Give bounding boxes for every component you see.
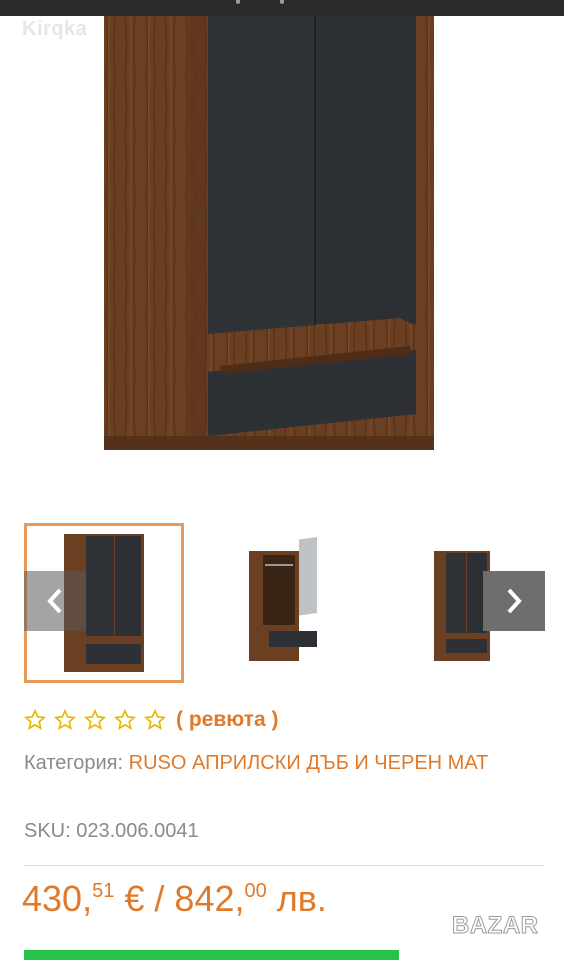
product-price: 430,51 € / 842,00 лв.: [22, 878, 327, 920]
star-outline-icon[interactable]: [24, 709, 46, 731]
price-eur-cents: 51: [92, 880, 115, 902]
price-bgn-cents: 00: [244, 880, 267, 902]
product-category: Категория: RUSO АПРИЛСКИ ДЪБ И ЧЕРЕН МАТ: [24, 744, 544, 782]
category-label: Категория:: [24, 752, 124, 774]
wardrobe-door-left: [208, 16, 314, 336]
star-outline-icon[interactable]: [114, 709, 136, 731]
rating-row: ( ревюта ): [24, 708, 278, 732]
category-link[interactable]: RUSO АПРИЛСКИ ДЪБ И ЧЕРЕН МАТ: [129, 752, 489, 774]
bazar-watermark: BAZAR: [452, 912, 539, 940]
product-main-image[interactable]: [0, 16, 564, 486]
gallery-next-button[interactable]: [483, 571, 545, 631]
chevron-right-icon: [507, 588, 522, 614]
divider: [24, 865, 544, 866]
star-outline-icon[interactable]: [84, 709, 106, 731]
price-eur-main: 430,: [22, 878, 93, 919]
status-dot: [280, 0, 284, 4]
add-to-cart-button[interactable]: [24, 950, 399, 960]
watermark-logo: Kirqka: [22, 18, 88, 40]
star-outline-icon[interactable]: [144, 709, 166, 731]
sku-value: 023.006.0041: [76, 820, 199, 842]
gallery-prev-button[interactable]: [24, 571, 86, 631]
price-eur-symbol: €: [124, 878, 145, 919]
status-bar: [0, 0, 564, 16]
reviews-link[interactable]: ( ревюта ): [176, 708, 278, 732]
product-sku: SKU: 023.006.0041: [24, 820, 199, 843]
price-bgn-main: 842,: [174, 878, 245, 919]
thumbnail-2[interactable]: [203, 523, 363, 683]
price-bgn-symbol: лв.: [276, 878, 327, 919]
chevron-left-icon: [47, 588, 62, 614]
sku-label: SKU:: [24, 820, 71, 842]
status-dot: [236, 0, 240, 4]
star-outline-icon[interactable]: [54, 709, 76, 731]
price-separator: /: [154, 878, 165, 919]
wardrobe-door-right: [316, 16, 416, 324]
